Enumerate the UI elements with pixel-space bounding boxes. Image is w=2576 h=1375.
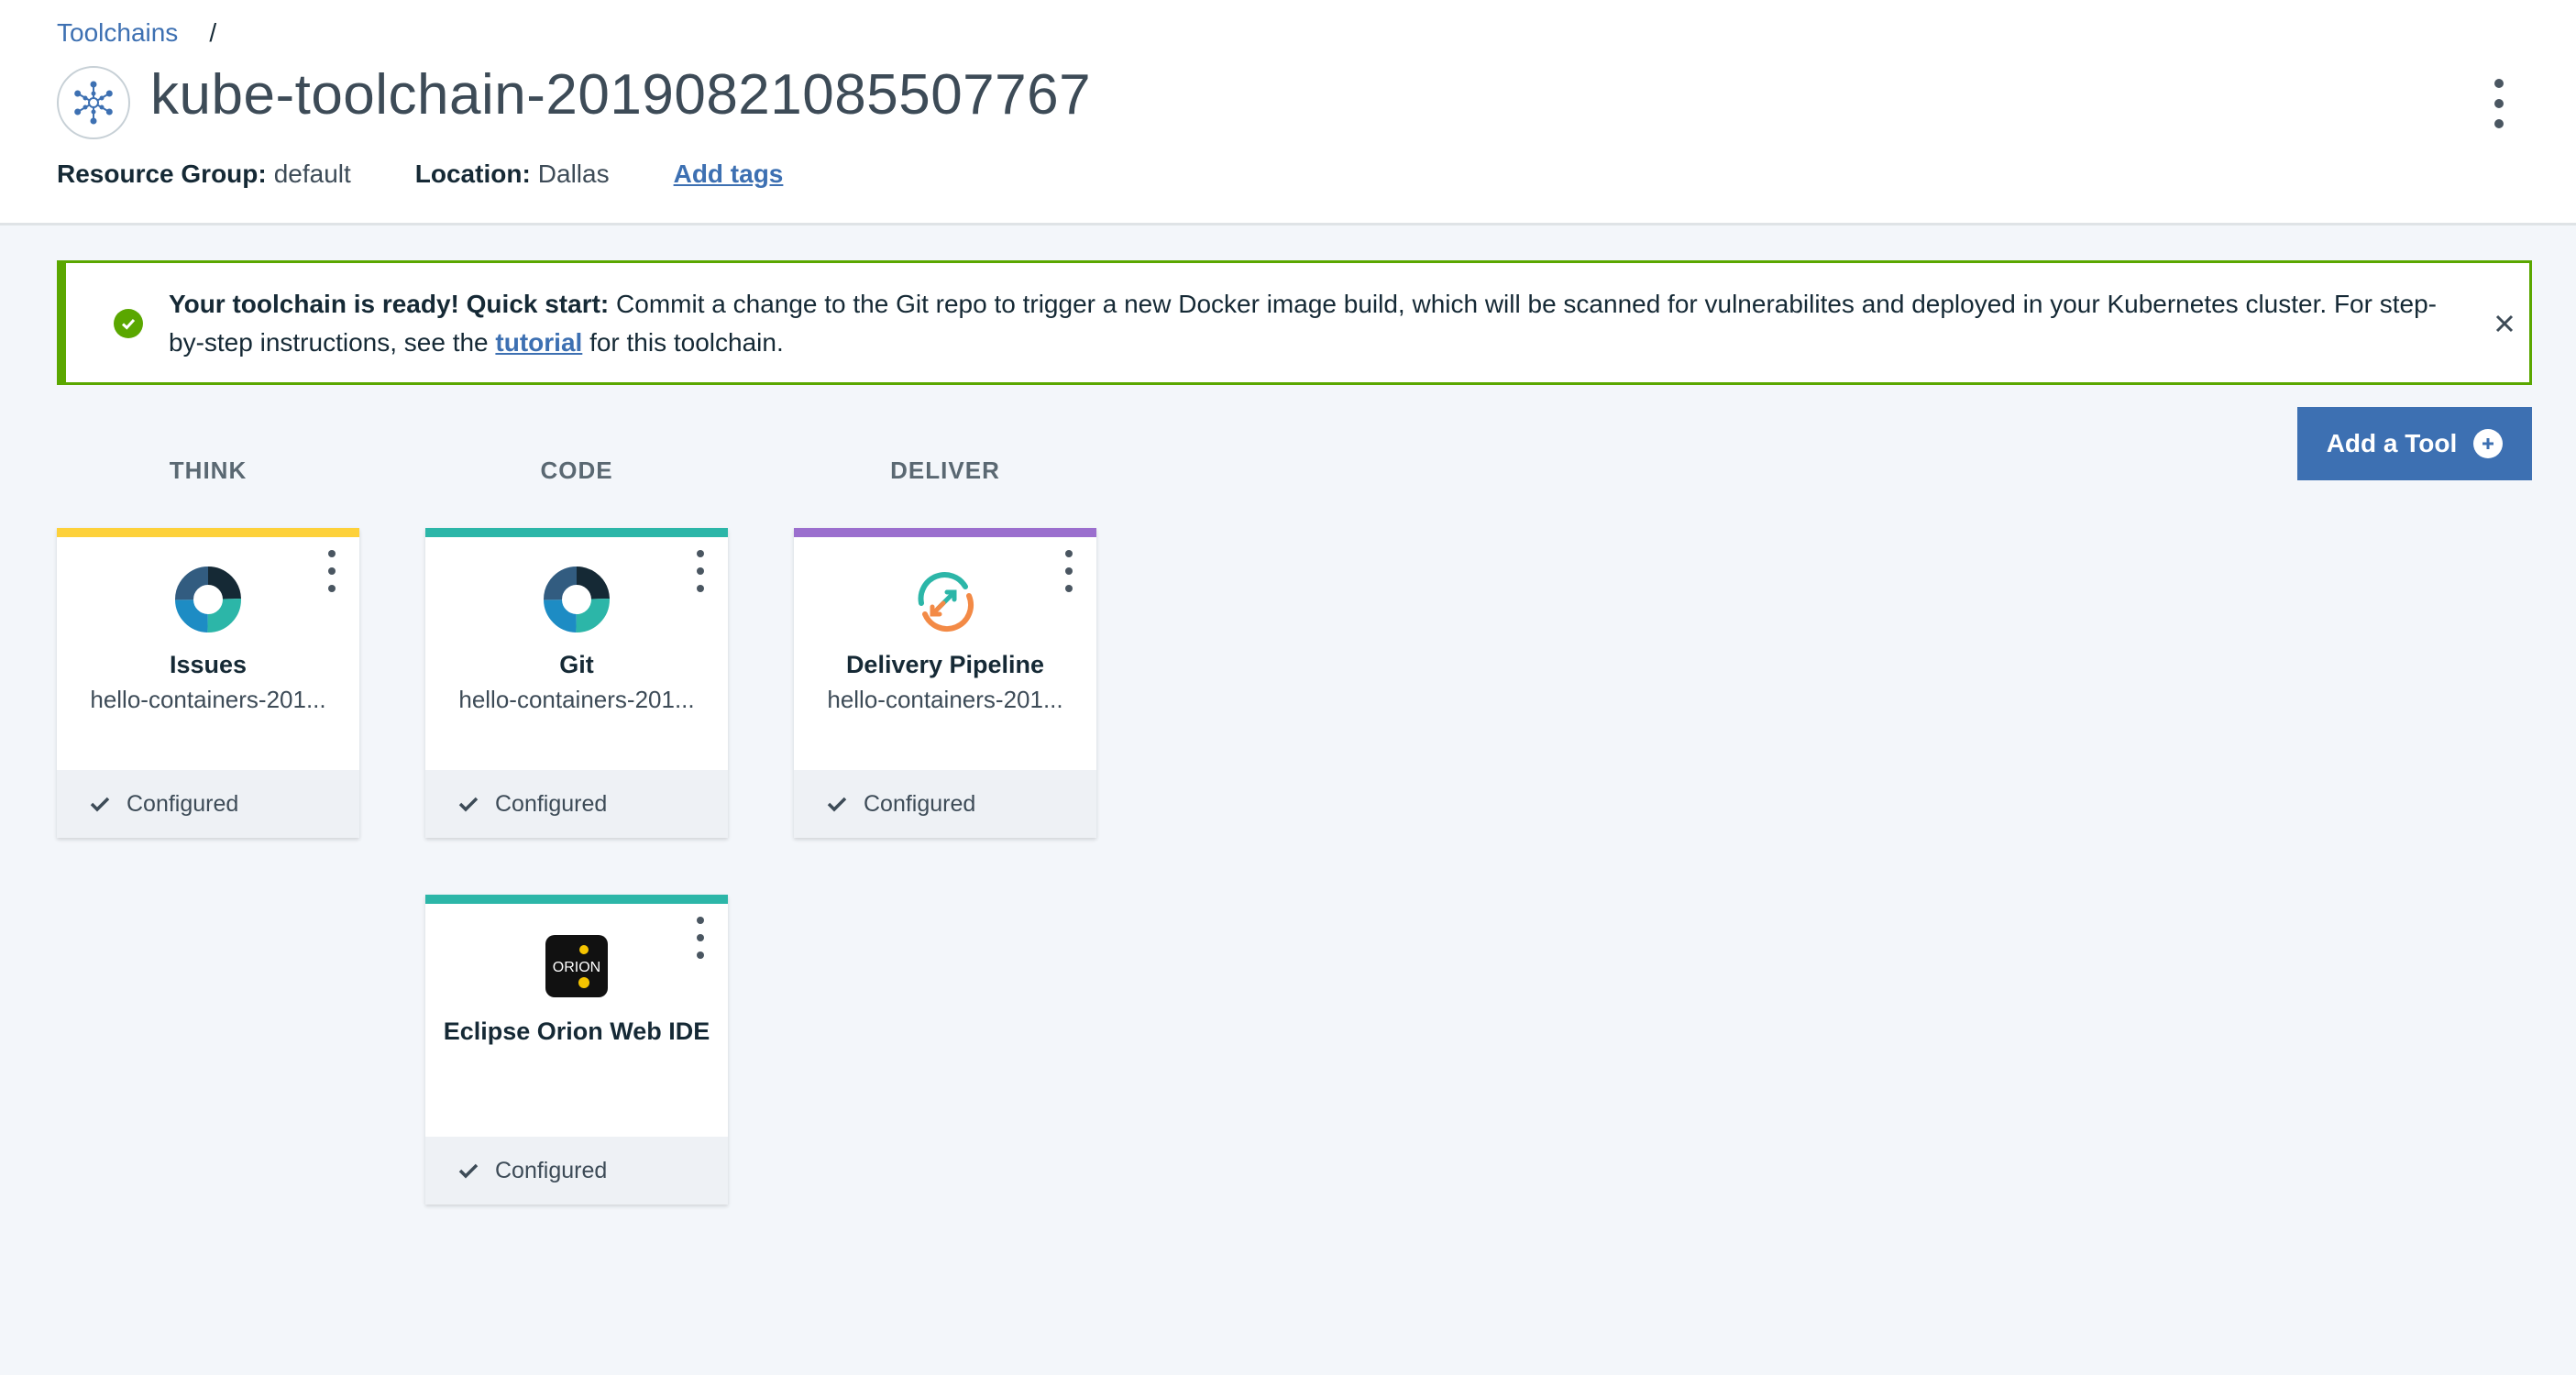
delivery-pipeline-icon xyxy=(912,566,978,632)
card-status: Configured xyxy=(794,770,1096,838)
overflow-dot xyxy=(697,917,704,924)
page-header: Toolchains / kube-toolchain-201908210855… xyxy=(0,0,2576,226)
card-status-label: Configured xyxy=(127,790,239,817)
card-status: Configured xyxy=(425,1137,728,1204)
location-value: Dallas xyxy=(537,160,610,188)
notification-body-end: for this toolchain. xyxy=(582,328,784,357)
add-tool-label: Add a Tool xyxy=(2326,429,2458,457)
card-color-bar xyxy=(425,895,728,904)
overflow-dot xyxy=(1065,550,1073,557)
column-header-think: THINK xyxy=(169,456,248,484)
overflow-dot xyxy=(697,934,704,941)
add-tool-button[interactable]: Add a Tool xyxy=(2297,407,2532,480)
overflow-dot xyxy=(328,585,336,592)
card-status-label: Configured xyxy=(864,790,976,817)
column-header-code: CODE xyxy=(540,456,613,484)
overflow-dot xyxy=(328,567,336,575)
overflow-dot xyxy=(2494,79,2504,88)
card-overflow-menu-button[interactable] xyxy=(325,550,339,592)
orion-icon: ORION xyxy=(544,933,610,999)
notification-close-icon[interactable] xyxy=(2486,305,2523,342)
card-color-bar xyxy=(57,528,359,537)
card-subtitle: hello-containers-201... xyxy=(90,686,326,713)
checkmark-icon xyxy=(458,1163,479,1179)
card-title: Delivery Pipeline xyxy=(845,651,1045,678)
column-header-deliver: DELIVER xyxy=(890,456,1000,484)
overflow-dot xyxy=(2494,99,2504,108)
overflow-dot xyxy=(697,952,704,959)
breadcrumb-separator: / xyxy=(209,18,217,47)
card-subtitle: hello-containers-201... xyxy=(458,686,695,713)
tool-card-issues[interactable]: Issues hello-containers-201... Configure… xyxy=(57,528,359,838)
checkmark-icon xyxy=(90,797,110,812)
card-title: Eclipse Orion Web IDE xyxy=(443,1018,710,1045)
success-check-icon xyxy=(114,309,143,338)
checkmark-icon xyxy=(827,797,847,812)
resource-group-label: Resource Group: xyxy=(57,160,267,188)
overflow-dot xyxy=(2494,119,2504,128)
overflow-dot xyxy=(697,567,704,575)
card-title: Issues xyxy=(169,651,248,678)
resource-group-value: default xyxy=(273,160,351,188)
issues-donut-icon xyxy=(175,566,241,632)
toolchain-ready-notification: Your toolchain is ready! Quick start: Co… xyxy=(57,260,2532,385)
checkmark-icon xyxy=(458,797,479,812)
card-status: Configured xyxy=(57,770,359,838)
add-tags-link[interactable]: Add tags xyxy=(674,160,784,189)
card-subtitle: hello-containers-201... xyxy=(827,686,1063,713)
breadcrumb: Toolchains / xyxy=(57,15,216,51)
card-status-label: Configured xyxy=(495,1157,608,1183)
overflow-dot xyxy=(1065,567,1073,575)
header-overflow-menu-button[interactable] xyxy=(2481,72,2517,136)
overflow-dot xyxy=(328,550,336,557)
card-overflow-menu-button[interactable] xyxy=(1062,550,1076,592)
tutorial-link[interactable]: tutorial xyxy=(495,328,582,357)
card-status-label: Configured xyxy=(495,790,608,817)
toolchain-icon xyxy=(57,66,130,139)
page-title: kube-toolchain-20190821085507767 xyxy=(150,63,1092,126)
overflow-dot xyxy=(697,550,704,557)
overflow-dot xyxy=(1065,585,1073,592)
card-overflow-menu-button[interactable] xyxy=(693,550,708,592)
svg-text:ORION: ORION xyxy=(553,960,600,975)
card-color-bar xyxy=(425,528,728,537)
location-label: Location: xyxy=(414,160,531,188)
card-overflow-menu-button[interactable] xyxy=(693,917,708,959)
tool-card-eclipse-orion[interactable]: ORION Eclipse Orion Web IDE Configured xyxy=(425,895,728,1204)
tool-card-delivery-pipeline[interactable]: Delivery Pipeline hello-containers-201..… xyxy=(794,528,1096,838)
breadcrumb-toolchains-link[interactable]: Toolchains xyxy=(57,18,178,48)
toolchain-meta: Resource Group: default Location: Dallas… xyxy=(57,160,783,189)
add-circle-icon xyxy=(2473,429,2504,458)
overflow-dot xyxy=(697,585,704,592)
tool-card-git[interactable]: Git hello-containers-201... Configured xyxy=(425,528,728,838)
card-color-bar xyxy=(794,528,1096,537)
card-title: Git xyxy=(559,651,594,678)
notification-title: Your toolchain is ready! Quick start: xyxy=(169,290,610,318)
git-donut-icon xyxy=(544,566,610,632)
notification-message: Your toolchain is ready! Quick start: Co… xyxy=(169,285,2460,362)
card-status: Configured xyxy=(425,770,728,838)
